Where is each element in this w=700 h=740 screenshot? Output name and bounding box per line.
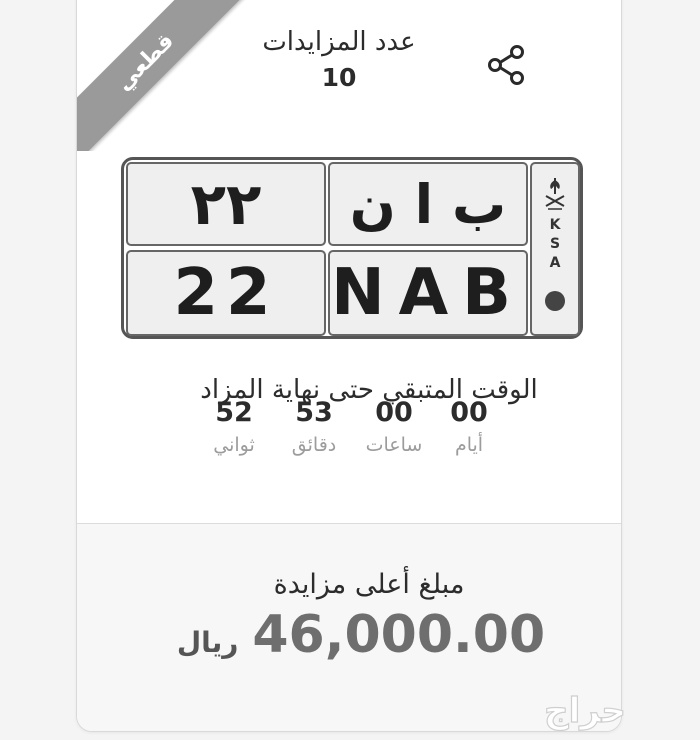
countdown-hours: 00 ساعات	[359, 397, 429, 456]
countdown-seconds-value: 52	[215, 397, 253, 428]
plate-arabic-numbers: ٢٢	[126, 162, 326, 246]
plate-arabic-letters-text: ب ا ن	[349, 172, 507, 236]
plate-arabic-numbers-text: ٢٢	[190, 170, 262, 238]
top-bid-price: ريال 46,000.00	[177, 605, 545, 665]
svg-text:حراج: حراج	[544, 691, 626, 731]
top-bid-amount: 46,000.00	[252, 605, 546, 665]
top-bid-label: مبلغ أعلى مزايدة	[273, 569, 465, 600]
plate-country-code: KSA	[549, 217, 561, 271]
plate-english-numbers-text: 22	[173, 256, 279, 330]
countdown-minutes-value: 53	[295, 397, 333, 428]
countdown-days-label: أيام	[454, 434, 484, 456]
bids-section: عدد المزايدات 10	[77, 27, 621, 92]
countdown-seconds: 52 ثواني	[199, 397, 269, 456]
plate-english-numbers: 22	[126, 250, 326, 336]
plate-dot	[545, 291, 565, 311]
countdown-days-value: 00	[450, 397, 488, 428]
plate-country-strip: KSA	[530, 162, 580, 336]
plate-english-letters: NAB	[328, 250, 528, 336]
countdown-timer: 52 ثواني 53 دقائق 00 ساعات 00 أيام	[199, 397, 499, 477]
countdown-minutes: 53 دقائق	[279, 397, 349, 456]
auction-card[interactable]: قطعي عدد المزايدات 10 ٢٢ ب ا ن 22 NAB KS…	[76, 0, 622, 732]
countdown-hours-label: ساعات	[365, 434, 423, 456]
saudi-emblem-icon	[545, 178, 565, 210]
countdown-days: 00 أيام	[434, 397, 504, 456]
haraj-watermark-logo: حراج	[543, 690, 626, 731]
top-bid-currency: ريال	[176, 626, 239, 659]
license-plate: ٢٢ ب ا ن 22 NAB KSA	[121, 157, 583, 339]
countdown-seconds-label: ثواني	[213, 434, 255, 456]
share-icon[interactable]	[485, 43, 529, 87]
plate-arabic-letters: ب ا ن	[328, 162, 528, 246]
plate-english-letters-text: NAB	[331, 256, 525, 330]
countdown-hours-value: 00	[375, 397, 413, 428]
countdown-minutes-label: دقائق	[291, 434, 337, 456]
